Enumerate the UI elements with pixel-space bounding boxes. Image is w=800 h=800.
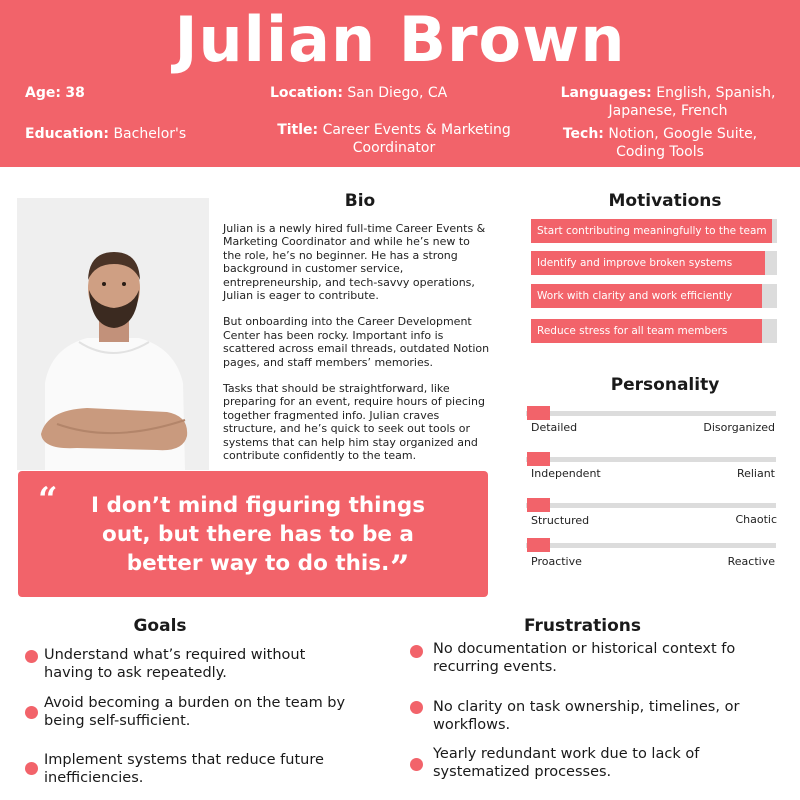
goal-line: Implement systems that reduce future	[44, 752, 324, 768]
motivation-bar: Reduce stress for all team members	[531, 319, 777, 343]
education-value: Bachelor's	[113, 126, 187, 142]
goal-item: Understand what’s required without havin…	[44, 646, 305, 682]
goal-bullet-icon	[25, 762, 38, 775]
location-label: Location:	[270, 85, 343, 101]
trait-left-label: Independent	[531, 467, 601, 480]
frustration-item: No documentation or historical context f…	[433, 640, 735, 676]
motivation-label: Start contributing meaningfully to the t…	[537, 225, 767, 237]
age-field: Age: 38	[25, 84, 85, 102]
bio-paragraph: But onboarding into the Career Developme…	[223, 315, 490, 369]
motivation-bar: Work with clarity and work efficiently	[531, 284, 777, 308]
languages-value-line1: English, Spanish,	[656, 85, 776, 101]
personality-slider	[526, 538, 776, 552]
education-label: Education:	[25, 126, 109, 142]
tech-label: Tech:	[562, 126, 604, 142]
quote-box: “ I don’t mind figuring things out, but …	[18, 471, 488, 597]
location-field: Location: San Diego, CA	[270, 84, 447, 102]
bio-title: Bio	[344, 191, 376, 211]
frustration-line: workflows.	[433, 717, 511, 733]
motivation-bar: Identify and improve broken systems	[531, 251, 777, 275]
frustration-line: No clarity on task ownership, timelines,…	[433, 699, 740, 715]
tech-field: Tech: Notion, Google Suite, Coding Tools	[546, 125, 774, 161]
persona-header: Julian Brown Age: 38 Location: San Diego…	[0, 0, 800, 167]
trait-right-label: Reactive	[727, 555, 775, 568]
personality-marker	[527, 538, 550, 552]
personality-marker	[527, 406, 550, 420]
motivation-label: Identify and improve broken systems	[537, 257, 733, 269]
goals-title: Goals	[133, 616, 187, 636]
frustration-line: recurring events.	[433, 659, 557, 675]
education-field: Education: Bachelor's	[25, 125, 186, 143]
goal-line: Avoid becoming a burden on the team by	[44, 695, 346, 711]
bio-paragraph: Tasks that should be straightforward, li…	[223, 382, 485, 463]
personality-marker	[527, 498, 550, 512]
goal-line: being self-sufficient.	[44, 713, 191, 729]
personality-slider	[526, 406, 776, 420]
frustration-line: No documentation or historical context f…	[433, 641, 736, 657]
personality-title: Personality	[610, 375, 720, 395]
goal-item: Avoid becoming a burden on the team by b…	[44, 694, 345, 730]
personality-slider	[526, 452, 776, 466]
frustrations-title: Frustrations	[524, 616, 641, 636]
trait-right-label: Disorganized	[703, 421, 775, 434]
frustration-line: systematized processes.	[433, 764, 612, 780]
tech-value-line2: Coding Tools	[616, 144, 704, 160]
trait-left-label: Proactive	[531, 555, 582, 568]
title-value-line2: Coordinator	[352, 140, 436, 156]
trait-right-label: Reliant	[736, 467, 775, 480]
frustration-bullet-icon	[410, 645, 423, 658]
frustration-item: No clarity on task ownership, timelines,…	[433, 698, 739, 734]
bio-body: Julian is a newly hired full-time Career…	[223, 222, 491, 476]
languages-field: Languages: English, Spanish, Japanese, F…	[548, 84, 788, 120]
tech-value-line1: Notion, Google Suite,	[608, 126, 758, 142]
personality-slider	[526, 498, 776, 512]
title-label: Title:	[277, 122, 319, 138]
motivation-bar: Start contributing meaningfully to the t…	[531, 219, 777, 243]
trait-left-label: Structured	[531, 514, 590, 527]
age-label: Age:	[25, 85, 61, 101]
goal-item: Implement systems that reduce future ine…	[44, 751, 324, 787]
languages-label: Languages:	[560, 85, 652, 101]
goal-bullet-icon	[25, 706, 38, 719]
persona-name: Julian Brown	[174, 3, 626, 76]
trait-left-label: Detailed	[531, 421, 578, 434]
title-value-line1: Career Events & Marketing	[322, 122, 511, 138]
goal-line: Understand what’s required without	[44, 647, 306, 663]
motivation-label: Reduce stress for all team members	[537, 325, 728, 337]
trait-right-label: Chaotic	[735, 513, 777, 526]
personality-marker	[527, 452, 550, 466]
frustration-line: Yearly redundant work due to lack of	[433, 746, 700, 762]
goal-line: inefficiencies.	[44, 770, 144, 786]
quote-text: I don’t mind figuring things out, but th…	[90, 493, 426, 576]
portrait-image	[17, 198, 209, 470]
bio-paragraph: Julian is a newly hired full-time Career…	[223, 222, 486, 303]
motivations-title: Motivations	[608, 191, 722, 211]
close-quote-mark: ”	[390, 548, 410, 588]
age-value: 38	[65, 85, 85, 101]
persona-photo	[17, 198, 209, 470]
location-value: San Diego, CA	[347, 85, 448, 101]
frustration-bullet-icon	[410, 758, 423, 771]
title-field: Title: Career Events & Marketing Coordin…	[262, 121, 526, 157]
frustration-bullet-icon	[410, 701, 423, 714]
goal-line: having to ask repeatedly.	[44, 665, 227, 681]
open-quote-mark: “	[38, 480, 58, 520]
frustration-item: Yearly redundant work due to lack of sys…	[433, 745, 699, 781]
goal-bullet-icon	[25, 650, 38, 663]
motivation-label: Work with clarity and work efficiently	[537, 290, 733, 302]
languages-value-line2: Japanese, French	[608, 103, 728, 119]
